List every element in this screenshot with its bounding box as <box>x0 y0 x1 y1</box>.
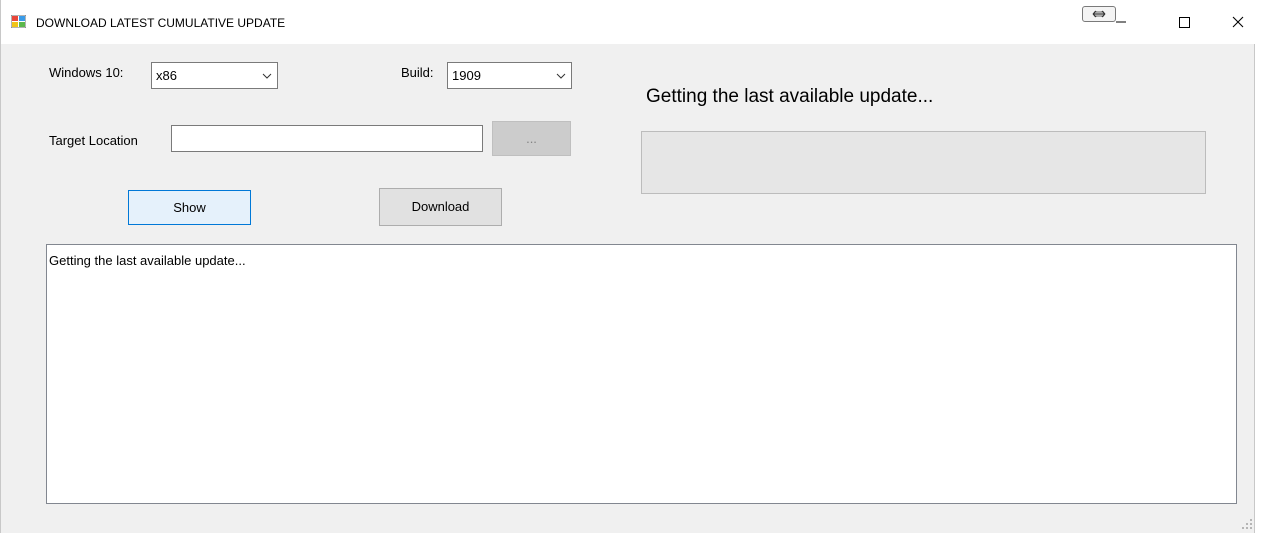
maximize-icon <box>1179 17 1190 28</box>
architecture-value: x86 <box>156 68 177 83</box>
browse-button[interactable]: ... <box>492 121 571 156</box>
log-textbox[interactable]: Getting the last available update... <box>46 244 1237 504</box>
window-title: DOWNLOAD LATEST CUMULATIVE UPDATE <box>36 16 286 30</box>
main-window: DOWNLOAD LATEST CUMULATIVE UPDATE Window… <box>0 0 1256 533</box>
windows-version-label: Windows 10: <box>49 65 124 80</box>
minimize-icon <box>1116 21 1126 23</box>
minimize-button[interactable] <box>1098 6 1144 38</box>
chevron-down-icon <box>556 73 566 79</box>
log-text: Getting the last available update... <box>49 253 246 268</box>
download-button[interactable]: Download <box>379 188 502 226</box>
status-heading: Getting the last available update... <box>646 86 934 107</box>
chevron-down-icon <box>262 73 272 79</box>
app-icon <box>11 15 26 28</box>
build-combo[interactable]: 1909 <box>447 62 572 89</box>
close-icon <box>1232 16 1244 28</box>
maximize-button[interactable] <box>1161 6 1207 38</box>
close-button[interactable] <box>1215 6 1261 38</box>
build-label: Build: <box>401 65 434 80</box>
target-location-input[interactable] <box>171 125 483 152</box>
title-bar[interactable]: DOWNLOAD LATEST CUMULATIVE UPDATE <box>1 0 1256 44</box>
resize-grip-icon[interactable] <box>1241 518 1253 530</box>
build-value: 1909 <box>452 68 481 83</box>
background-window-edge <box>1256 0 1271 533</box>
show-button[interactable]: Show <box>128 190 251 225</box>
target-location-label: Target Location <box>49 133 138 148</box>
progress-bar <box>641 131 1206 194</box>
architecture-combo[interactable]: x86 <box>151 62 278 89</box>
